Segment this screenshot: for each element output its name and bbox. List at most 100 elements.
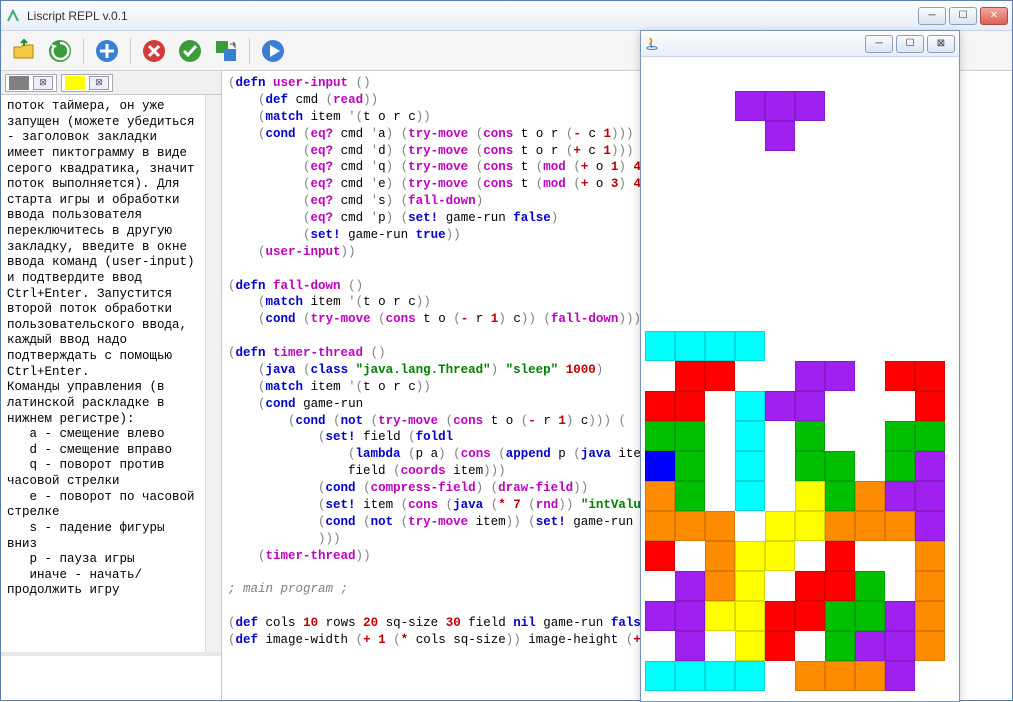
tetris-cell xyxy=(885,601,915,631)
tab-close-icon[interactable]: ⊠ xyxy=(89,76,109,90)
tetris-cell xyxy=(915,451,945,481)
tetris-cell xyxy=(795,451,825,481)
tetris-cell xyxy=(675,451,705,481)
tetris-cell xyxy=(825,511,855,541)
maximize-button[interactable]: ☐ xyxy=(949,7,977,25)
tetris-cell xyxy=(705,511,735,541)
tetris-cell xyxy=(675,661,705,691)
swap-button[interactable] xyxy=(211,36,241,66)
tetris-cell xyxy=(705,331,735,361)
tetris-cell xyxy=(735,91,765,121)
tetris-cell xyxy=(705,571,735,601)
tetris-cell xyxy=(855,661,885,691)
run-button[interactable] xyxy=(258,36,288,66)
tetris-cell xyxy=(885,661,915,691)
tetris-window[interactable]: ─ ☐ ⊠ xyxy=(640,30,960,702)
tetris-titlebar[interactable]: ─ ☐ ⊠ xyxy=(641,31,959,57)
tetris-cell xyxy=(645,661,675,691)
left-tab-2[interactable]: ⊠ xyxy=(61,74,113,92)
tetris-cell xyxy=(825,631,855,661)
tetris-cell xyxy=(675,361,705,391)
tetris-cell xyxy=(855,511,885,541)
tab-swatch-icon xyxy=(9,76,29,90)
tetris-close-button[interactable]: ⊠ xyxy=(927,35,955,53)
tetris-cell xyxy=(735,631,765,661)
tetris-maximize-button[interactable]: ☐ xyxy=(896,35,924,53)
tetris-cell xyxy=(825,541,855,571)
tetris-cell xyxy=(675,631,705,661)
tetris-cell xyxy=(765,541,795,571)
tetris-cell xyxy=(675,571,705,601)
app-icon xyxy=(5,8,21,24)
tetris-cell xyxy=(855,601,885,631)
tetris-cell xyxy=(765,511,795,541)
tetris-cell xyxy=(885,631,915,661)
tetris-cell xyxy=(795,601,825,631)
tetris-cell xyxy=(705,661,735,691)
tetris-cell xyxy=(735,541,765,571)
tetris-cell xyxy=(765,391,795,421)
left-tab-1[interactable]: ⊠ xyxy=(5,74,57,92)
tetris-cell xyxy=(735,571,765,601)
main-titlebar[interactable]: Liscript REPL v.0.1 ─ ☐ ✕ xyxy=(1,1,1012,31)
tetris-cell xyxy=(735,601,765,631)
left-tab-strip: ⊠ ⊠ xyxy=(1,71,221,95)
tetris-cell xyxy=(825,481,855,511)
main-title: Liscript REPL v.0.1 xyxy=(27,9,918,23)
tetris-cell xyxy=(735,661,765,691)
tetris-cell xyxy=(915,361,945,391)
tetris-minimize-button[interactable]: ─ xyxy=(865,35,893,53)
tetris-cell xyxy=(795,661,825,691)
tetris-cell xyxy=(885,361,915,391)
tetris-cell xyxy=(675,421,705,451)
tetris-cell xyxy=(915,631,945,661)
tetris-cell xyxy=(885,481,915,511)
tetris-cell xyxy=(675,601,705,631)
tetris-canvas xyxy=(641,57,959,701)
tetris-cell xyxy=(735,421,765,451)
tetris-window-buttons: ─ ☐ ⊠ xyxy=(865,35,955,53)
tetris-cell xyxy=(645,331,675,361)
tetris-cell xyxy=(795,391,825,421)
tetris-cell xyxy=(855,481,885,511)
minimize-button[interactable]: ─ xyxy=(918,7,946,25)
tetris-cell xyxy=(915,601,945,631)
tetris-cell xyxy=(795,421,825,451)
left-panel: ⊠ ⊠ поток таймера, он уже запущен (может… xyxy=(1,71,222,700)
close-button[interactable]: ✕ xyxy=(980,7,1008,25)
tetris-cell xyxy=(915,481,945,511)
stop-button[interactable] xyxy=(139,36,169,66)
ok-button[interactable] xyxy=(175,36,205,66)
tetris-cell xyxy=(885,421,915,451)
tetris-cell xyxy=(915,421,945,451)
tetris-cell xyxy=(645,481,675,511)
toolbar-divider xyxy=(249,38,250,64)
tetris-cell xyxy=(915,391,945,421)
tetris-cell xyxy=(645,541,675,571)
tab-close-icon[interactable]: ⊠ xyxy=(33,76,53,90)
refresh-button[interactable] xyxy=(45,36,75,66)
left-text-area[interactable]: поток таймера, он уже запущен (можете уб… xyxy=(1,95,205,652)
scrollbar[interactable] xyxy=(205,95,221,652)
tab-swatch-icon xyxy=(65,76,85,90)
tetris-cell xyxy=(885,511,915,541)
tetris-cell xyxy=(855,631,885,661)
tetris-cell xyxy=(675,391,705,421)
tetris-cell xyxy=(795,91,825,121)
tetris-cell xyxy=(795,511,825,541)
tetris-cell xyxy=(765,601,795,631)
add-button[interactable] xyxy=(92,36,122,66)
tetris-cell xyxy=(855,571,885,601)
tetris-cell xyxy=(765,631,795,661)
left-input-area[interactable] xyxy=(1,652,221,700)
tetris-cell xyxy=(795,571,825,601)
tetris-cell xyxy=(825,571,855,601)
tetris-cell xyxy=(645,601,675,631)
open-file-button[interactable] xyxy=(9,36,39,66)
tetris-cell xyxy=(645,511,675,541)
tetris-cell xyxy=(735,391,765,421)
toolbar-divider xyxy=(130,38,131,64)
tetris-cell xyxy=(645,421,675,451)
tetris-cell xyxy=(825,361,855,391)
tetris-cell xyxy=(795,481,825,511)
